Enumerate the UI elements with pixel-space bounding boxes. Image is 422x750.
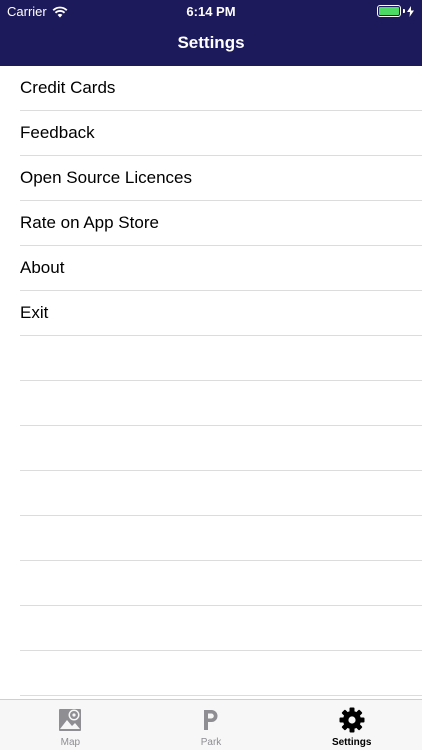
map-pin-icon [58, 707, 82, 733]
charging-bolt-icon [407, 5, 414, 17]
menu-item-feedback[interactable]: Feedback [20, 111, 422, 156]
empty-row [20, 471, 422, 516]
empty-row [20, 381, 422, 426]
tab-label: Settings [331, 737, 372, 748]
tab-bar: Map Park Settings [0, 699, 422, 750]
parking-p-icon [202, 707, 220, 733]
top-bar: Carrier 6:14 PM Settings [0, 0, 422, 66]
empty-row [20, 606, 422, 651]
tab-park[interactable]: Park [141, 700, 282, 750]
gear-icon [339, 707, 365, 733]
menu-item-open-source-licences[interactable]: Open Source Licences [20, 156, 422, 201]
settings-list[interactable]: Credit Cards Feedback Open Source Licenc… [0, 66, 422, 699]
status-bar: Carrier 6:14 PM [0, 0, 422, 22]
tab-settings[interactable]: Settings [281, 700, 422, 750]
empty-row [20, 651, 422, 696]
menu-item-exit[interactable]: Exit [20, 291, 422, 336]
tab-map[interactable]: Map [0, 700, 141, 750]
empty-row [20, 426, 422, 471]
menu-item-about[interactable]: About [20, 246, 422, 291]
battery-indicator [377, 5, 414, 17]
empty-row [20, 336, 422, 381]
tab-label: Map [60, 737, 81, 748]
page-title: Settings [177, 33, 245, 52]
empty-row [20, 516, 422, 561]
battery-icon [377, 5, 401, 17]
status-time: 6:14 PM [186, 4, 236, 19]
tab-label: Park [200, 737, 222, 748]
menu-item-credit-cards[interactable]: Credit Cards [20, 66, 422, 111]
menu-item-rate-app[interactable]: Rate on App Store [20, 201, 422, 246]
empty-row [20, 561, 422, 606]
